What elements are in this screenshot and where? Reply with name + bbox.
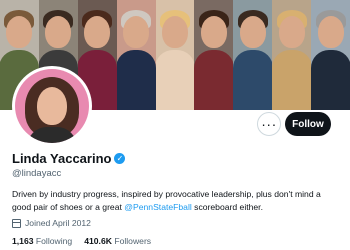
bio-text-end: scoreboard either. bbox=[191, 202, 263, 212]
profile-avatar[interactable] bbox=[12, 66, 92, 146]
more-icon: ··· bbox=[261, 116, 277, 132]
banner-photo bbox=[194, 0, 234, 110]
profile-name: Linda Yaccarino bbox=[12, 151, 112, 166]
bio-mention-link[interactable]: @PennStateFball bbox=[124, 202, 192, 212]
followers-link[interactable]: 410.6K Followers bbox=[84, 236, 151, 246]
banner-photo bbox=[155, 0, 195, 110]
banner-photo bbox=[272, 0, 312, 110]
banner-photo bbox=[311, 0, 350, 110]
calendar-icon bbox=[12, 218, 21, 228]
followers-count: 410.6K bbox=[84, 236, 112, 246]
banner-photo bbox=[233, 0, 273, 110]
follow-stats: 1,163 Following 410.6K Followers bbox=[12, 236, 151, 246]
profile-name-row: Linda Yaccarino ✓ bbox=[12, 151, 126, 166]
joined-text: Joined April 2012 bbox=[25, 218, 91, 228]
profile-bio: Driven by industry progress, inspired by… bbox=[12, 188, 342, 214]
following-label: Following bbox=[35, 236, 73, 246]
avatar-photo bbox=[15, 69, 89, 143]
following-count: 1,163 bbox=[12, 236, 34, 246]
joined-date: Joined April 2012 bbox=[12, 218, 91, 228]
follow-button[interactable]: Follow bbox=[285, 112, 331, 136]
following-link[interactable]: 1,163 Following bbox=[12, 236, 72, 246]
more-options-button[interactable]: ··· bbox=[257, 112, 281, 136]
banner-photo bbox=[116, 0, 156, 110]
profile-handle: @lindayacc bbox=[12, 168, 62, 179]
followers-label: Followers bbox=[114, 236, 152, 246]
verified-badge-icon: ✓ bbox=[114, 153, 126, 164]
